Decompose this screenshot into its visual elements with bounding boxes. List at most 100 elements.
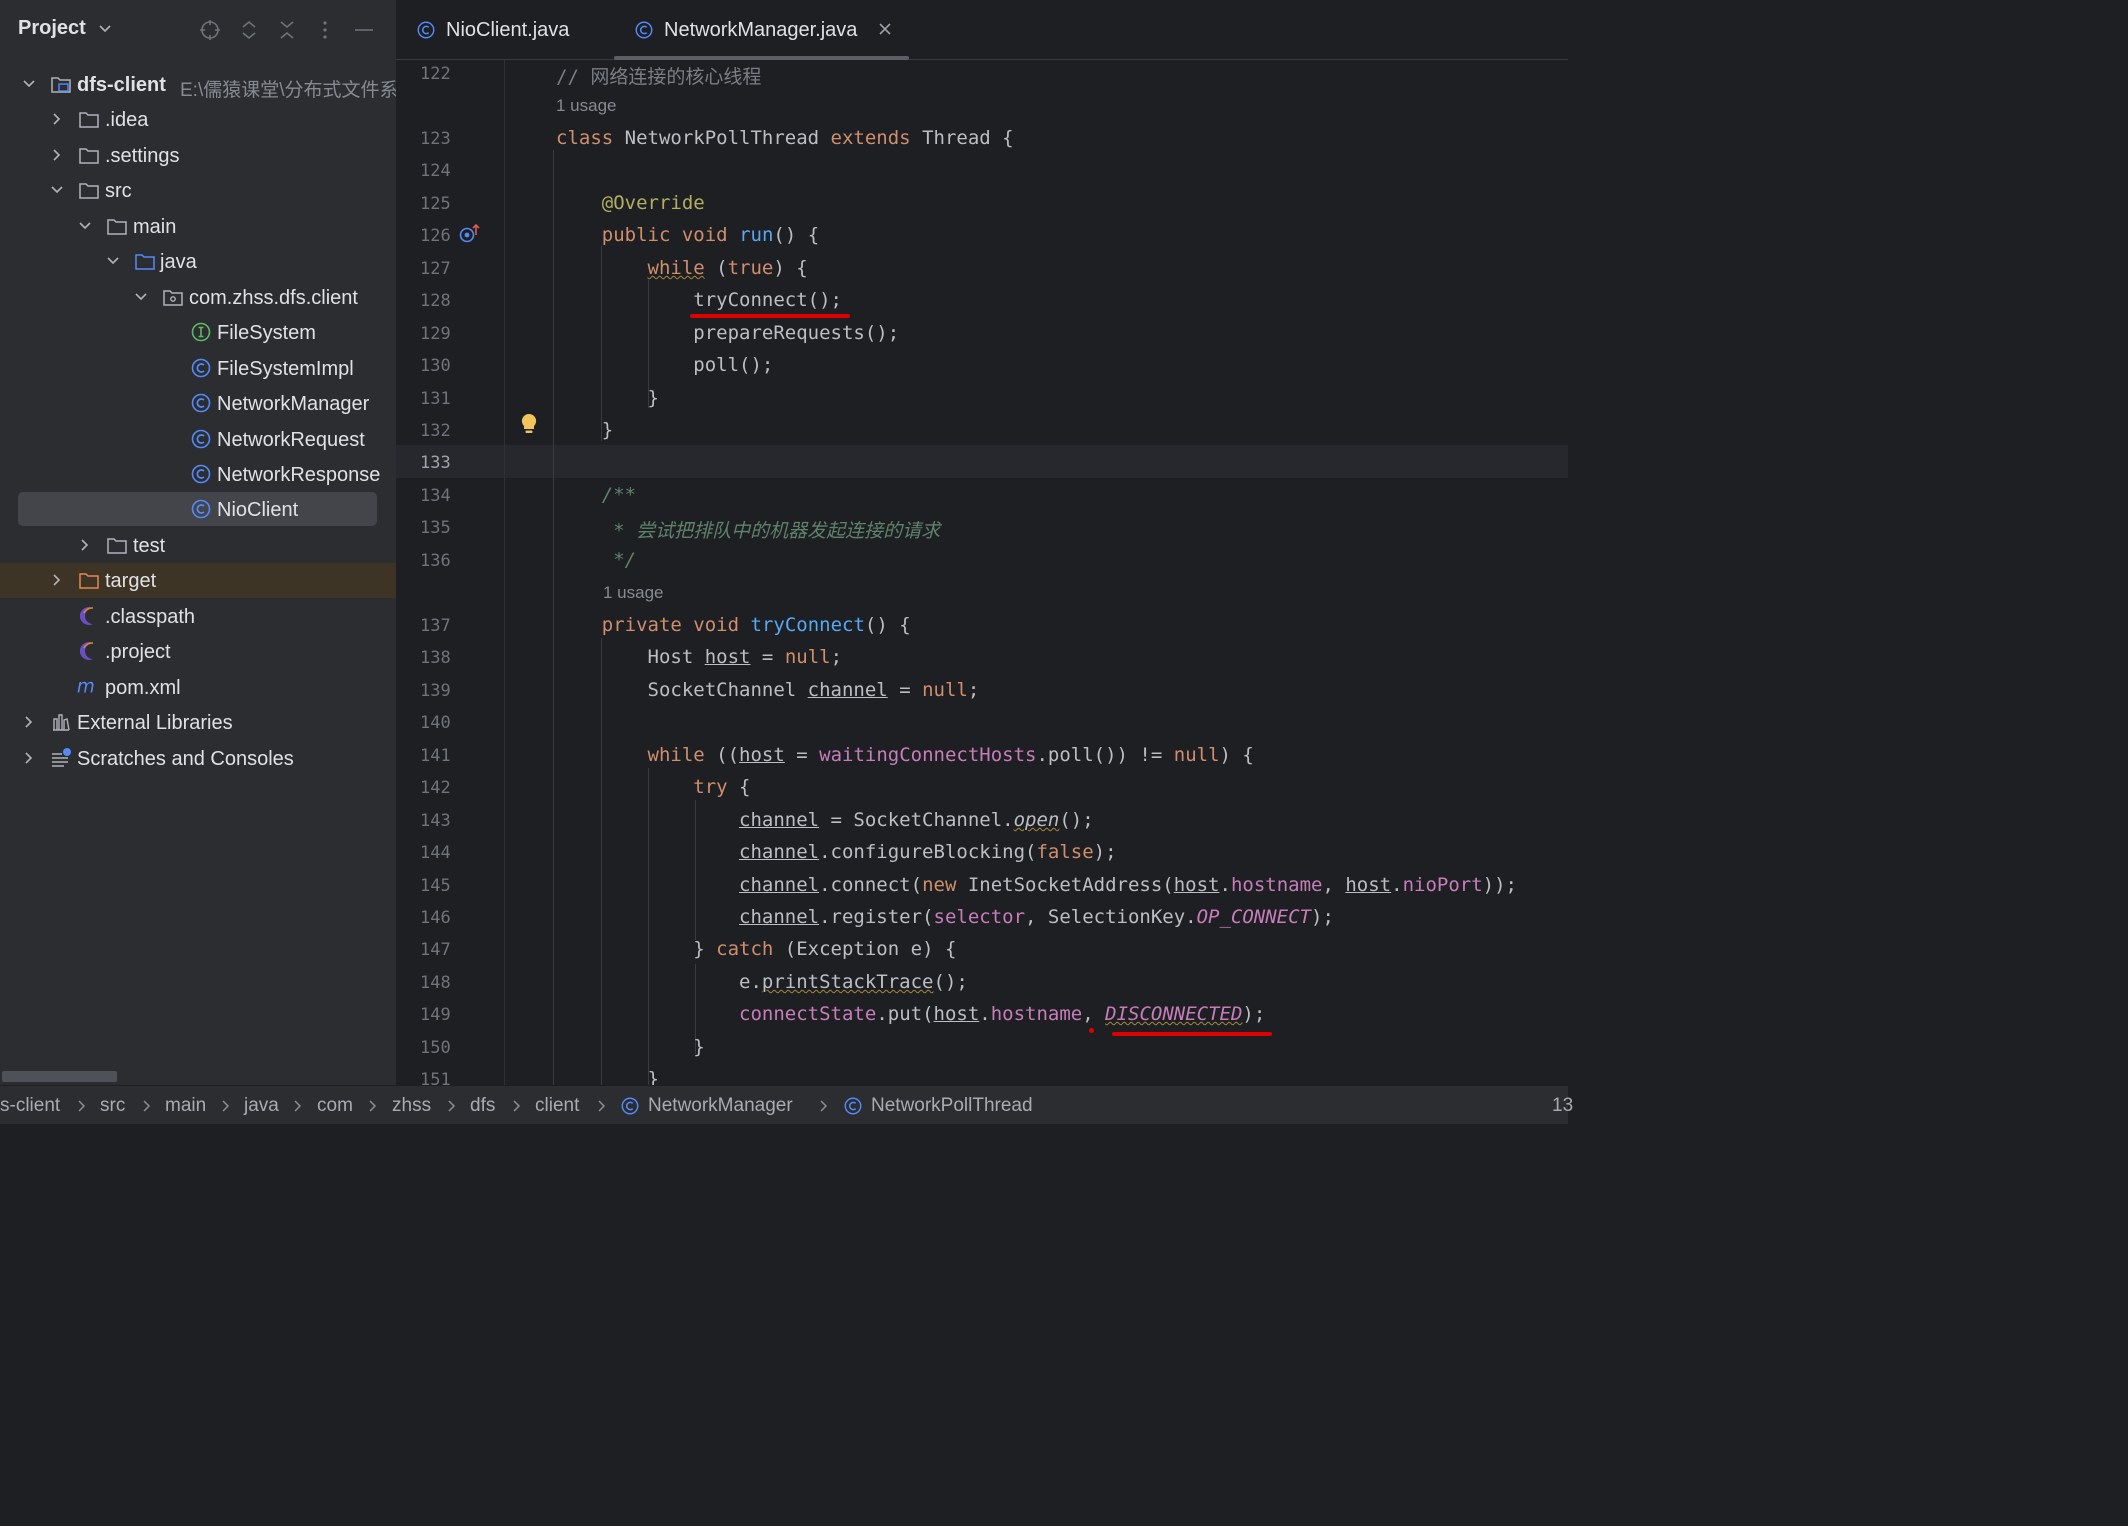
breadcrumb-item[interactable]: dfs bbox=[470, 1095, 495, 1117]
usage-hint[interactable]: 1 usage bbox=[603, 583, 664, 603]
eclipse-file-icon bbox=[79, 642, 94, 660]
sidebar-horizontal-scrollbar[interactable] bbox=[2, 1071, 117, 1082]
cursor-position[interactable]: 13 bbox=[1552, 1095, 1573, 1117]
eclipse-file-icon bbox=[79, 607, 94, 625]
line-number: 141 bbox=[420, 746, 451, 766]
excluded-folder-icon bbox=[79, 573, 99, 589]
doc-comment-close: */ bbox=[613, 549, 637, 571]
tree-item-idea[interactable]: .idea bbox=[0, 102, 396, 137]
tree-item-networkmanager[interactable]: NetworkManager bbox=[0, 386, 396, 421]
collapse-all-icon[interactable] bbox=[276, 19, 298, 41]
tab-label: NetworkManager.java bbox=[664, 19, 858, 41]
breadcrumb-item[interactable]: NetworkPollThread bbox=[871, 1095, 1033, 1117]
usage-hint[interactable]: 1 usage bbox=[556, 96, 617, 116]
tree-item-package[interactable]: com.zhss.dfs.client bbox=[0, 280, 396, 315]
tree-item-label: test bbox=[133, 535, 166, 557]
class-icon bbox=[191, 499, 211, 519]
line-number: 136 bbox=[420, 551, 451, 571]
tree-item-filesystemimpl[interactable]: FileSystemImpl bbox=[0, 351, 396, 386]
tree-item-nioclient[interactable]: NioClient bbox=[0, 492, 396, 527]
more-options-icon[interactable] bbox=[314, 19, 336, 41]
chevron-down-icon[interactable] bbox=[78, 219, 92, 233]
chevron-right-icon[interactable] bbox=[22, 715, 36, 729]
breadcrumb-item[interactable]: main bbox=[165, 1095, 206, 1117]
lightbulb-icon[interactable] bbox=[519, 412, 539, 436]
class-icon bbox=[844, 1097, 862, 1115]
chevron-right-icon[interactable] bbox=[78, 538, 92, 552]
tree-item-external-libraries[interactable]: External Libraries bbox=[0, 705, 396, 740]
interface-icon bbox=[191, 322, 211, 342]
tree-item-target[interactable]: target bbox=[0, 563, 396, 598]
breadcrumb-item[interactable]: com bbox=[317, 1095, 353, 1117]
tree-item-classpath[interactable]: .classpath bbox=[0, 599, 396, 634]
code-line-151: } bbox=[556, 1068, 659, 1085]
folder-icon bbox=[79, 148, 99, 164]
line-number: 140 bbox=[420, 713, 451, 733]
tree-item-label: java bbox=[160, 251, 197, 273]
code-line-139: SocketChannel channel = null; bbox=[556, 679, 980, 701]
code-line-128: tryConnect(); bbox=[556, 289, 842, 311]
locate-icon[interactable] bbox=[199, 19, 221, 41]
hide-panel-icon[interactable] bbox=[353, 19, 375, 41]
tree-item-main[interactable]: main bbox=[0, 209, 396, 244]
tree-item-networkrequest[interactable]: NetworkRequest bbox=[0, 422, 396, 457]
tree-item-java[interactable]: java bbox=[0, 244, 396, 279]
code-line-149: connectState.put(host.hostname, DISCONNE… bbox=[739, 1003, 1266, 1025]
tab-nioclient[interactable]: NioClient.java bbox=[416, 0, 596, 60]
tree-item-test[interactable]: test bbox=[0, 528, 396, 563]
override-gutter-icon[interactable] bbox=[458, 223, 482, 245]
code-line-134: /** bbox=[556, 484, 636, 506]
code-line-143: channel = SocketChannel.open(); bbox=[739, 809, 1094, 831]
breadcrumb-item[interactable]: zhss bbox=[392, 1095, 431, 1117]
line-number-gutter: 122 123 124 125 126 127 128 129 130 131 … bbox=[396, 60, 537, 1085]
tree-item-project-file[interactable]: .project bbox=[0, 634, 396, 669]
code-line-132: } bbox=[556, 419, 614, 441]
tree-item-label: NetworkResponse bbox=[217, 464, 381, 486]
code-line-131: } bbox=[556, 387, 659, 409]
code-line-136: */ bbox=[556, 549, 636, 571]
tree-item-scratches[interactable]: Scratches and Consoles bbox=[0, 741, 396, 776]
chevron-right-icon[interactable] bbox=[50, 573, 64, 587]
tree-item-label: FileSystemImpl bbox=[217, 358, 354, 380]
breadcrumb-item[interactable]: java bbox=[244, 1095, 279, 1117]
code-line-125: @Override bbox=[601, 192, 705, 214]
line-number: 122 bbox=[420, 64, 451, 84]
expand-all-icon[interactable] bbox=[238, 19, 260, 41]
class-icon bbox=[635, 21, 653, 39]
chevron-right-icon[interactable] bbox=[22, 751, 36, 765]
breadcrumb-item[interactable]: s-client bbox=[0, 1095, 60, 1117]
line-number: 144 bbox=[420, 843, 451, 863]
breadcrumb-item[interactable]: src bbox=[100, 1095, 125, 1117]
line-number: 151 bbox=[420, 1070, 451, 1085]
module-folder-icon bbox=[51, 77, 71, 93]
project-panel-title[interactable]: Project bbox=[18, 17, 86, 40]
line-number: 146 bbox=[420, 908, 451, 928]
tree-item-filesystem[interactable]: FileSystem bbox=[0, 315, 396, 350]
tree-item-networkresponse[interactable]: NetworkResponse bbox=[0, 457, 396, 492]
close-icon[interactable] bbox=[877, 21, 893, 37]
tree-item-pom[interactable]: m pom.xml bbox=[0, 670, 396, 705]
code-line-123: class NetworkPollThread extends Thread { bbox=[556, 127, 1014, 149]
chevron-down-icon[interactable] bbox=[134, 290, 148, 304]
code-line-150: } bbox=[556, 1036, 705, 1058]
code-line-130: poll(); bbox=[556, 354, 774, 376]
chevron-down-icon[interactable] bbox=[22, 77, 36, 91]
chevron-down-icon[interactable] bbox=[50, 183, 64, 197]
tree-item-src[interactable]: src bbox=[0, 173, 396, 208]
red-underline-annotation bbox=[690, 314, 850, 318]
breadcrumb-item[interactable]: NetworkManager bbox=[648, 1095, 793, 1117]
breadcrumb-item[interactable]: client bbox=[535, 1095, 579, 1117]
chevron-right-icon[interactable] bbox=[50, 112, 64, 126]
tree-item-dfs-client[interactable]: dfs-client E:\儒猿课堂\分布式文件系 bbox=[0, 67, 396, 102]
code-line-138: Host host = null; bbox=[556, 646, 843, 668]
chevron-down-icon[interactable] bbox=[106, 254, 120, 268]
chevron-right-icon[interactable] bbox=[50, 148, 64, 162]
code-editor[interactable]: 122 123 124 125 126 127 128 129 130 131 … bbox=[396, 60, 1568, 1085]
tab-networkmanager[interactable]: NetworkManager.java bbox=[614, 0, 909, 60]
tree-item-settings[interactable]: .settings bbox=[0, 138, 396, 173]
tree-item-label: target bbox=[105, 570, 157, 592]
tree-item-label: .idea bbox=[105, 109, 149, 131]
class-icon bbox=[191, 429, 211, 449]
chevron-down-icon[interactable] bbox=[98, 22, 112, 36]
status-bar: s-client src main java com zhss dfs clie… bbox=[0, 1085, 1573, 1124]
